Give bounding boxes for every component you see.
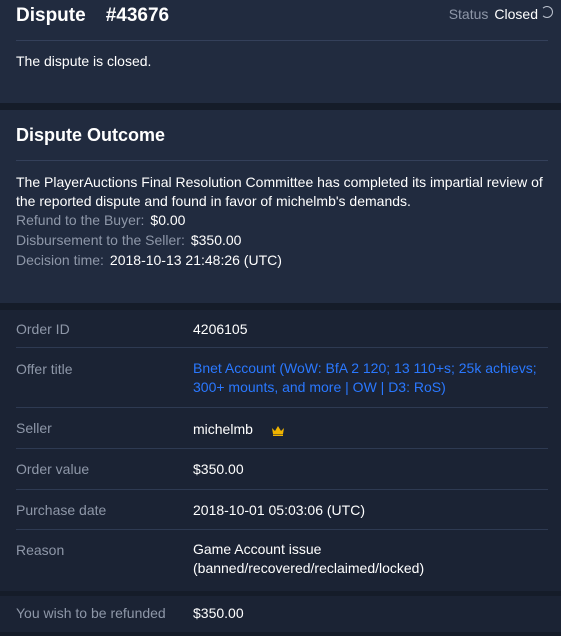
dispute-outcome-panel: Dispute Outcome The PlayerAuctions Final… <box>0 110 561 303</box>
status-label: Status <box>448 6 489 22</box>
seller-name[interactable]: michelmb <box>193 421 253 437</box>
seller-label: Seller <box>16 420 52 436</box>
order-id-row: Order ID 4206105 <box>0 310 561 348</box>
order-details-panel: Order ID 4206105 Offer title Bnet Accoun… <box>0 310 561 591</box>
dispute-header-panel: Dispute #43676 Status Closed The dispute i… <box>0 0 561 103</box>
offer-title-row: Offer title Bnet Account (WoW: BfA 2 120… <box>0 348 561 408</box>
refund-row: You wish to be refunded $350.00 <box>0 596 561 632</box>
seller-row: Seller michelmb <box>0 408 561 449</box>
reason-row: Reason Game Account issue (banned/recove… <box>0 530 561 591</box>
outcome-description: The PlayerAuctions Final Resolution Comm… <box>16 174 543 209</box>
refresh-icon[interactable] <box>541 6 553 18</box>
purchase-date-row: Purchase date 2018-10-01 05:03:06 (UTC) <box>0 490 561 530</box>
decision-value: 2018-10-13 21:48:26 (UTC) <box>109 252 282 268</box>
seller-value: michelmb <box>193 420 553 439</box>
reason-value: Game Account issue (banned/recovered/rec… <box>193 541 425 576</box>
refund-value: $0.00 <box>150 212 186 228</box>
order-value-amount: $350.00 <box>193 461 244 477</box>
dispute-number: #43676 <box>105 5 170 26</box>
status-value: Closed <box>494 6 538 22</box>
refund-wish-value: $350.00 <box>193 605 244 621</box>
crown-icon <box>271 425 284 436</box>
refund-wish-label: You wish to be refunded <box>16 605 166 621</box>
offer-title-label: Offer title <box>16 361 73 377</box>
order-id-label: Order ID <box>16 321 70 337</box>
disbursement-label: Disbursement to the Seller: <box>16 232 185 248</box>
disbursement-value: $350.00 <box>190 232 242 248</box>
outcome-heading: Dispute Outcome <box>16 125 166 145</box>
dispute-title: Dispute <box>16 5 86 26</box>
decision-label: Decision time: <box>16 252 104 268</box>
refund-to-buyer: Refund to the Buyer: $0.00 <box>16 212 185 228</box>
offer-title-link[interactable]: Bnet Account (WoW: BfA 2 120; 13 110+s; … <box>193 359 553 397</box>
dispute-closed-message: The dispute is closed. <box>16 53 152 69</box>
decision-time: Decision time: 2018-10-13 21:48:26 (UTC) <box>16 252 282 268</box>
order-value-label: Order value <box>16 461 90 477</box>
refund-panel: You wish to be refunded $350.00 <box>0 596 561 632</box>
disbursement-to-seller: Disbursement to the Seller: $350.00 <box>16 232 241 248</box>
reason-label: Reason <box>16 542 65 558</box>
order-value-row: Order value $350.00 <box>0 449 561 490</box>
divider <box>16 160 548 161</box>
refund-label: Refund to the Buyer: <box>16 212 145 228</box>
divider <box>16 40 548 41</box>
purchase-date-label: Purchase date <box>16 502 107 518</box>
purchase-date-value: 2018-10-01 05:03:06 (UTC) <box>193 502 365 518</box>
order-id-value: 4206105 <box>193 321 248 337</box>
page-title: Dispute #43676 <box>16 5 169 27</box>
status-indicator: Status Closed <box>449 6 553 22</box>
